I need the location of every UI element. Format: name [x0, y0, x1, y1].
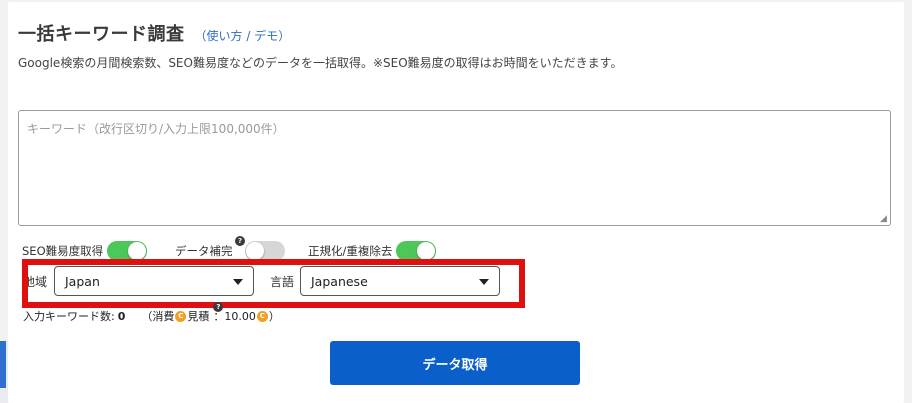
demo-link[interactable]: デモ	[254, 29, 278, 43]
fetch-data-button[interactable]: データ取得	[330, 341, 580, 385]
input-count-label: 入力キーワード数:	[23, 310, 115, 323]
usage-link[interactable]: 使い方	[207, 29, 243, 43]
estimate-close: ）	[268, 310, 280, 323]
toggle-data-completion-switch[interactable]	[244, 241, 285, 261]
title-row: 一括キーワード調査 （使い方 / デモ）	[18, 20, 290, 46]
help-links-close: ）	[278, 29, 291, 43]
estimate-value: 10.00	[224, 309, 256, 323]
bulk-keyword-panel: 一括キーワード調査 （使い方 / デモ） Google検索の月間検索数、SEO難…	[8, 2, 904, 403]
keyword-count-row: 入力キーワード数: 0 （消費 C 見積?： 10.00 C）	[23, 302, 280, 324]
help-links: （使い方 / デモ）	[195, 27, 291, 44]
toggle-seo-difficulty-label: SEO難易度取得	[22, 244, 104, 258]
estimate-wrap: 見積?	[187, 302, 224, 324]
switch-knob	[417, 242, 436, 260]
info-icon[interactable]: ?	[235, 236, 245, 246]
toggle-seo-difficulty-switch[interactable]	[107, 241, 148, 261]
page-title: 一括キーワード調査	[18, 24, 185, 45]
input-count-value: 0	[117, 309, 126, 323]
page-description: Google検索の月間検索数、SEO難易度などのデータを一括取得。※SEO難易度…	[18, 56, 623, 70]
help-links-separator: /	[242, 29, 255, 43]
highlight-annotation	[22, 259, 525, 308]
switch-knob	[128, 242, 147, 260]
coin-icon: C	[175, 310, 187, 322]
toggle-data-completion-label: データ補完	[175, 244, 233, 258]
consume-label: （消費	[141, 310, 175, 323]
toggle-normalize-dedupe-switch[interactable]	[396, 241, 437, 261]
help-links-open: （	[194, 29, 207, 43]
estimate-label: 見積	[187, 310, 210, 323]
switch-knob	[245, 242, 264, 260]
keyword-input[interactable]	[18, 110, 891, 226]
coin-icon: C	[256, 310, 268, 322]
sidebar-active-indicator	[0, 341, 6, 388]
toggle-normalize-dedupe-label: 正規化/重複除去	[308, 244, 393, 258]
resize-grip-icon[interactable]: ◢	[880, 215, 889, 224]
